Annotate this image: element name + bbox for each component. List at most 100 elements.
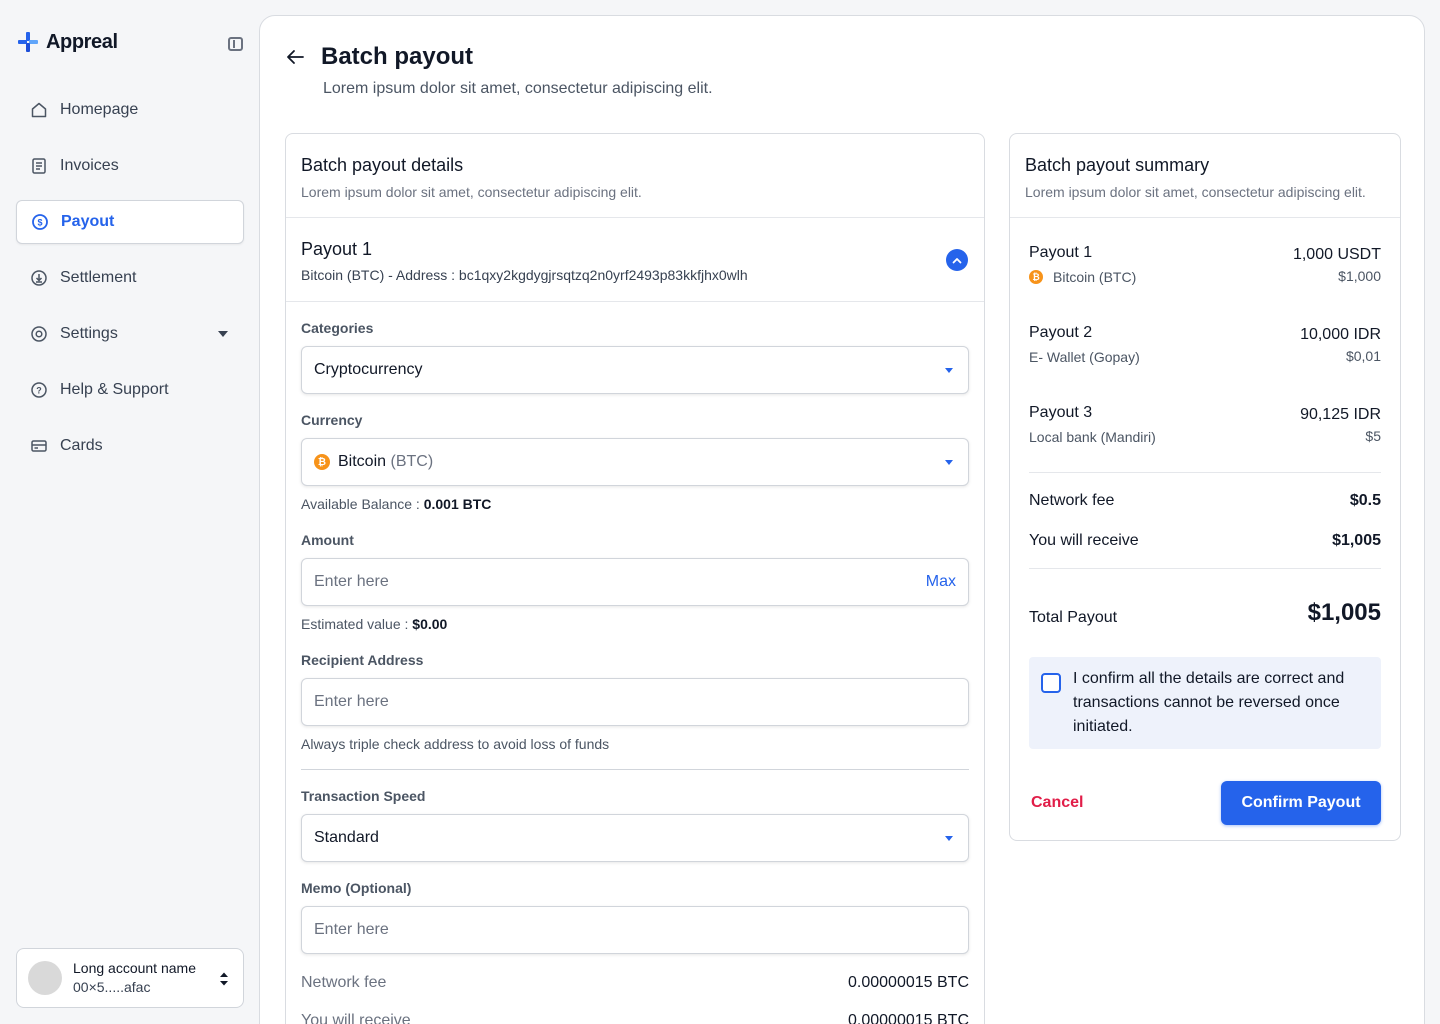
sidebar-item-label: Homepage xyxy=(60,101,139,118)
available-balance: Available Balance : 0.001 BTC xyxy=(301,496,492,512)
sidebar-item-help-support[interactable]: ? Help & Support xyxy=(16,368,244,412)
transaction-speed-select[interactable]: Standard xyxy=(301,814,969,862)
confirm-text: I confirm all the details are correct an… xyxy=(1073,670,1345,735)
memo-label: Memo (Optional) xyxy=(301,880,412,896)
summary-payout-name: Payout 3 xyxy=(1029,404,1093,421)
app-name: Appreal xyxy=(46,30,118,53)
back-arrow-icon[interactable] xyxy=(286,49,304,65)
summary-network-fee-row: Network fee $0.5 xyxy=(1029,492,1381,510)
sidebar-item-invoices[interactable]: Invoices xyxy=(16,144,244,188)
account-name: Long account name xyxy=(73,960,196,976)
payout-name: Payout 1 xyxy=(301,239,373,259)
account-switcher[interactable]: Long account name 00×5.....afac xyxy=(16,948,244,1008)
avatar xyxy=(28,961,62,995)
amount-label: Amount xyxy=(301,532,354,548)
sidebar-item-cards[interactable]: Cards xyxy=(16,424,244,468)
summary-payout-method: Local bank (Mandiri) xyxy=(1029,429,1156,445)
transaction-speed-value: Standard xyxy=(314,829,379,846)
caret-down-icon xyxy=(945,836,953,841)
currency-select[interactable]: ₿ Bitcoin (BTC) xyxy=(301,438,969,486)
sidebar-item-label: Payout xyxy=(61,213,115,230)
summary-payout-amount: 10,000 IDR xyxy=(1300,326,1381,343)
home-icon xyxy=(30,101,48,119)
total-payout-value: $1,005 xyxy=(1307,599,1381,626)
divider xyxy=(301,769,969,770)
card-icon xyxy=(30,437,48,455)
divider xyxy=(1029,472,1381,473)
sidebar-item-payout[interactable]: $ Payout xyxy=(16,200,244,244)
page-title: Batch payout xyxy=(321,43,474,70)
recipient-address-input[interactable]: Enter here xyxy=(301,678,969,726)
sidebar-item-label: Settings xyxy=(60,325,118,342)
sidebar-item-homepage[interactable]: Homepage xyxy=(16,88,244,132)
payout-icon: $ xyxy=(31,213,49,231)
svg-text:$: $ xyxy=(37,218,42,228)
receive-value: 0.00000015 BTC xyxy=(848,1012,969,1024)
app-logo[interactable]: Appreal xyxy=(16,30,118,54)
summary-payout-usd: $1,000 xyxy=(1338,268,1381,284)
confirm-payout-button[interactable]: Confirm Payout xyxy=(1221,781,1381,825)
categories-label: Categories xyxy=(301,320,374,336)
currency-value-code: (BTC) xyxy=(390,453,434,470)
receive-row: You will receive 0.00000015 BTC xyxy=(301,1012,969,1024)
sort-toggle-icon[interactable] xyxy=(219,971,229,987)
summary-payout-method: ₿ Bitcoin (BTC) xyxy=(1029,269,1136,285)
cancel-button[interactable]: Cancel xyxy=(1031,794,1083,812)
card-title: Batch payout summary xyxy=(1025,155,1210,175)
caret-down-icon xyxy=(945,368,953,373)
estimated-value: Estimated value : $0.00 xyxy=(301,616,448,632)
bitcoin-icon: ₿ xyxy=(1029,270,1043,284)
help-icon: ? xyxy=(30,381,48,399)
summary-network-fee-label: Network fee xyxy=(1029,492,1115,509)
batch-payout-details-card: Batch payout details Lorem ipsum dolor s… xyxy=(285,133,985,1024)
summary-payout-method: E- Wallet (Gopay) xyxy=(1029,349,1140,365)
chevron-down-icon[interactable] xyxy=(218,331,228,337)
summary-payout-usd: $5 xyxy=(1365,428,1381,444)
sidebar-item-label: Invoices xyxy=(60,157,119,174)
bitcoin-icon: ₿ xyxy=(314,454,330,470)
network-fee-label: Network fee xyxy=(301,974,387,991)
sidebar-item-settlement[interactable]: Settlement xyxy=(16,256,244,300)
sidebar-item-settings[interactable]: Settings xyxy=(16,312,244,356)
sidebar: Appreal Homepage Invoices $ Payout Settl xyxy=(0,0,260,1024)
main-panel: Batch payout Lorem ipsum dolor sit amet,… xyxy=(259,15,1425,1024)
sidebar-item-label: Settlement xyxy=(60,269,137,286)
summary-payout-name: Payout 1 xyxy=(1029,244,1093,261)
svg-text:?: ? xyxy=(36,386,42,396)
summary-receive-value: $1,005 xyxy=(1332,532,1381,549)
categories-value: Cryptocurrency xyxy=(314,361,423,378)
network-fee-value: 0.00000015 BTC xyxy=(848,974,969,991)
sidebar-item-label: Help & Support xyxy=(60,381,169,398)
amount-input[interactable]: Enter here Max xyxy=(301,558,969,606)
card-subtitle: Lorem ipsum dolor sit amet, consectetur … xyxy=(1025,184,1366,200)
available-balance-value: 0.001 BTC xyxy=(423,496,492,512)
payout-address: Bitcoin (BTC) - Address : bc1qxy2kgdygjr… xyxy=(301,267,748,283)
summary-payout-usd: $0,01 xyxy=(1345,348,1381,364)
chevron-up-icon[interactable] xyxy=(946,249,968,271)
memo-placeholder: Enter here xyxy=(314,921,389,938)
divider xyxy=(1029,568,1381,569)
sidebar-item-label: Cards xyxy=(60,437,103,454)
payout-accordion-header[interactable]: Payout 1 Bitcoin (BTC) - Address : bc1qx… xyxy=(286,218,984,302)
categories-select[interactable]: Cryptocurrency xyxy=(301,346,969,394)
max-button[interactable]: Max xyxy=(926,573,956,591)
recipient-placeholder: Enter here xyxy=(314,693,389,710)
recipient-hint: Always triple check address to avoid los… xyxy=(301,736,610,752)
card-subtitle: Lorem ipsum dolor sit amet, consectetur … xyxy=(301,184,642,200)
summary-payout-name: Payout 2 xyxy=(1029,324,1093,341)
total-payout-label: Total Payout xyxy=(1029,609,1118,626)
sidebar-nav: Homepage Invoices $ Payout Settlement Se… xyxy=(16,88,244,480)
account-address: 00×5.....afac xyxy=(73,979,151,995)
currency-label: Currency xyxy=(301,412,363,428)
summary-receive-label: You will receive xyxy=(1029,532,1139,549)
summary-receive-row: You will receive $1,005 xyxy=(1029,532,1381,550)
download-circle-icon xyxy=(30,269,48,287)
sidebar-collapse-icon[interactable] xyxy=(228,37,243,51)
card-title: Batch payout details xyxy=(301,155,464,175)
logo-icon xyxy=(18,32,38,52)
transaction-speed-label: Transaction Speed xyxy=(301,788,426,804)
network-fee-row: Network fee 0.00000015 BTC xyxy=(301,974,969,992)
confirm-checkbox[interactable] xyxy=(1041,673,1061,693)
summary-payout-amount: 90,125 IDR xyxy=(1300,406,1381,423)
memo-input[interactable]: Enter here xyxy=(301,906,969,954)
